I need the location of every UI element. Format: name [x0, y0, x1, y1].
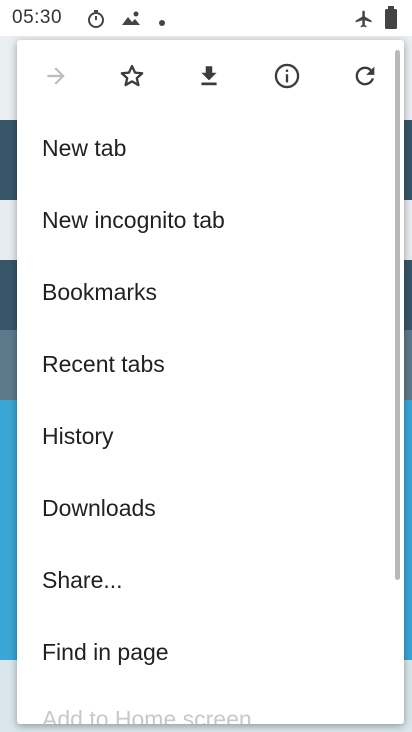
bookmark-star-button[interactable]: [110, 56, 154, 100]
forward-icon: [43, 63, 69, 94]
menu-item-new-tab[interactable]: New tab: [17, 112, 404, 184]
menu-item-label: Downloads: [42, 494, 156, 521]
menu-item-label: New tab: [42, 134, 127, 161]
menu-item-label: Find in page: [42, 638, 169, 665]
menu-item-find-in-page[interactable]: Find in page: [17, 616, 404, 688]
reload-button[interactable]: [343, 56, 387, 100]
menu-item-label: Share...: [42, 566, 123, 593]
stopwatch-icon: [86, 9, 106, 34]
info-icon: [273, 62, 301, 95]
menu-item-new-incognito-tab[interactable]: New incognito tab: [17, 184, 404, 256]
reload-icon: [351, 62, 379, 95]
download-icon: [196, 63, 222, 94]
menu-item-add-to-home-screen[interactable]: Add to Home screen: [17, 683, 404, 725]
notification-dot-icon: [158, 14, 166, 32]
download-button[interactable]: [187, 56, 231, 100]
menu-item-history[interactable]: History: [17, 400, 404, 472]
menu-item-label: Add to Home screen: [42, 705, 252, 725]
menu-item-bookmarks[interactable]: Bookmarks: [17, 256, 404, 328]
overflow-menu: New tab New incognito tab Bookmarks Rece…: [17, 40, 404, 724]
status-bar: 05:30: [0, 0, 412, 36]
forward-button[interactable]: [34, 56, 78, 100]
menu-toolbar: [17, 40, 404, 112]
status-time: 05:30: [12, 7, 63, 28]
menu-item-label: New incognito tab: [42, 206, 225, 233]
menu-item-label: Recent tabs: [42, 350, 165, 377]
menu-item-downloads[interactable]: Downloads: [17, 472, 404, 544]
menu-item-recent-tabs[interactable]: Recent tabs: [17, 328, 404, 400]
menu-item-label: Bookmarks: [42, 278, 158, 305]
airplane-mode-icon: [354, 9, 374, 34]
menu-scrollbar[interactable]: [395, 50, 400, 580]
star-icon: [118, 62, 146, 95]
battery-icon: [384, 6, 398, 35]
menu-item-label: History: [42, 422, 114, 449]
image-icon: [120, 9, 142, 34]
menu-item-share[interactable]: Share...: [17, 544, 404, 616]
page-info-button[interactable]: [265, 56, 309, 100]
